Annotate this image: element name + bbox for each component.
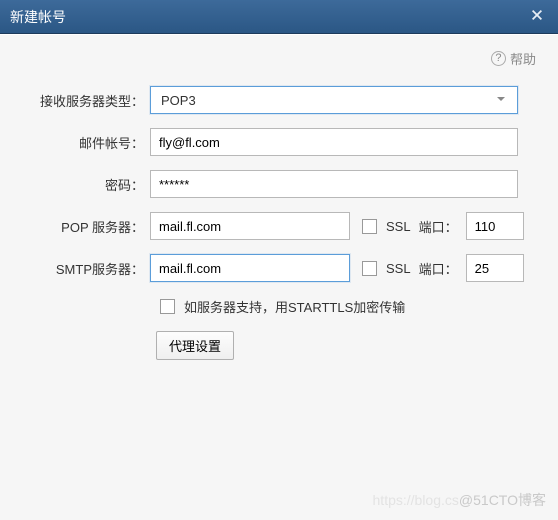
dialog-content: ? 帮助 接收服务器类型： POP3 邮件帐号： 密码： (0, 34, 558, 520)
password-label: 密码： (0, 175, 150, 194)
pop-ssl-checkbox[interactable] (362, 219, 377, 234)
pop-port-label: 端口： (419, 217, 458, 236)
server-type-value: POP3 (161, 93, 196, 108)
pop-server-input[interactable] (150, 212, 350, 240)
smtp-server-label: SMTP服务器： (0, 259, 150, 278)
smtp-ssl-label: SSL (386, 261, 411, 276)
server-type-select[interactable]: POP3 (150, 86, 518, 114)
smtp-port-input[interactable] (466, 254, 524, 282)
watermark: https://blog.cs@51CTO博客 (373, 490, 546, 510)
dialog-title: 新建帐号 (10, 7, 526, 27)
help-link[interactable]: ? 帮助 (491, 49, 536, 68)
account-form: 接收服务器类型： POP3 邮件帐号： 密码： PO (0, 76, 558, 360)
help-icon: ? (491, 51, 506, 66)
starttls-label: 如服务器支持，用STARTTLS加密传输 (184, 297, 405, 316)
password-input[interactable] (150, 170, 518, 198)
help-label: 帮助 (510, 49, 536, 68)
pop-ssl-label: SSL (386, 219, 411, 234)
smtp-ssl-checkbox[interactable] (362, 261, 377, 276)
proxy-settings-button[interactable]: 代理设置 (156, 331, 234, 360)
smtp-port-label: 端口： (419, 259, 458, 278)
pop-port-input[interactable] (466, 212, 524, 240)
titlebar: 新建帐号 (0, 0, 558, 34)
account-label: 邮件帐号： (0, 133, 150, 152)
close-icon[interactable] (526, 6, 548, 27)
account-input[interactable] (150, 128, 518, 156)
chevron-down-icon (495, 93, 507, 108)
pop-server-label: POP 服务器： (0, 217, 150, 236)
server-type-label: 接收服务器类型： (0, 91, 150, 110)
smtp-server-input[interactable] (150, 254, 350, 282)
starttls-checkbox[interactable] (160, 299, 175, 314)
